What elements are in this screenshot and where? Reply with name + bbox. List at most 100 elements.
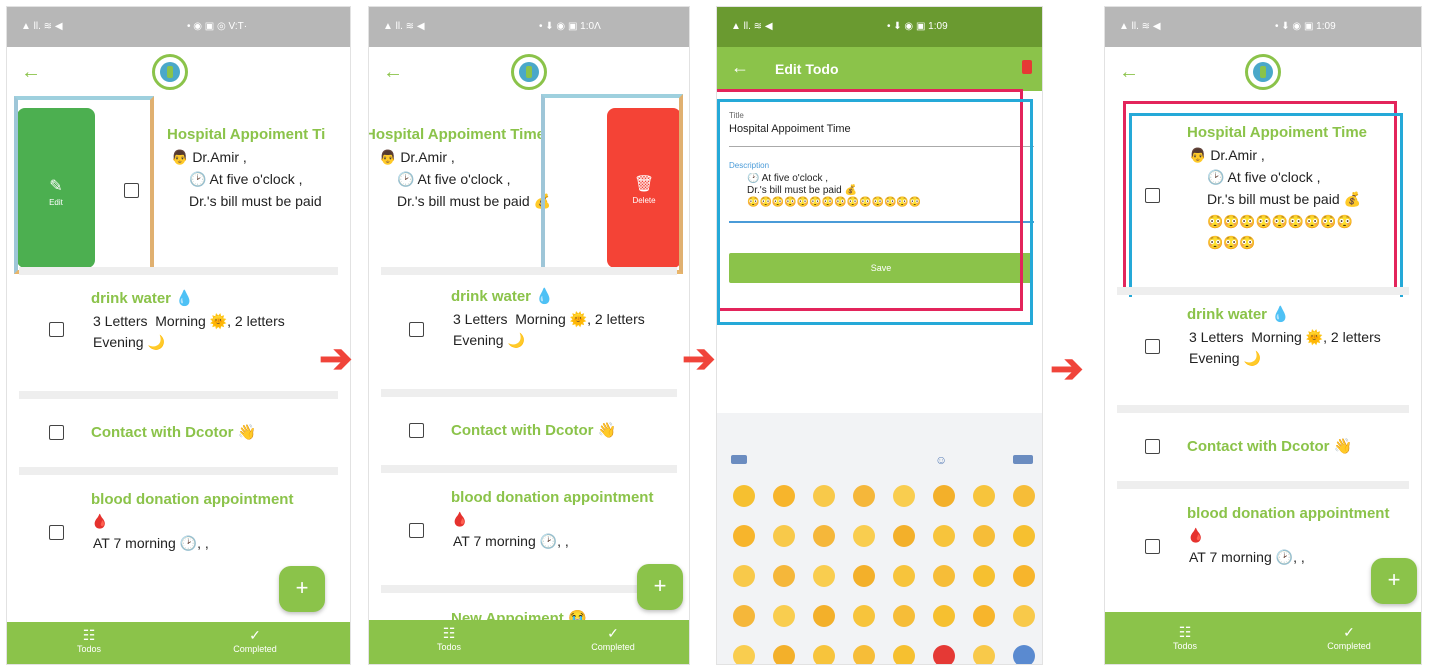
emoji-key[interactable] bbox=[1013, 525, 1035, 547]
emoji-key[interactable] bbox=[773, 605, 795, 627]
emoji-key[interactable] bbox=[733, 605, 755, 627]
emoji-key[interactable] bbox=[773, 645, 795, 664]
emoji-key[interactable] bbox=[853, 525, 875, 547]
emoji-key[interactable] bbox=[733, 645, 755, 664]
updated-highlight-blue bbox=[1129, 113, 1403, 307]
todo-title: drink water 💧 bbox=[451, 288, 554, 305]
emoji-key[interactable] bbox=[853, 645, 875, 664]
emoji-key[interactable] bbox=[893, 525, 915, 547]
bottom-nav: ☷ Todos ✓ Completed bbox=[7, 622, 350, 664]
add-todo-button[interactable]: + bbox=[637, 564, 683, 610]
emoji-key[interactable] bbox=[933, 645, 955, 664]
emoji-key[interactable] bbox=[853, 605, 875, 627]
todo-checkbox[interactable] bbox=[49, 425, 64, 440]
emoji-key[interactable] bbox=[933, 525, 955, 547]
todo-title: blood donation appointment bbox=[451, 489, 654, 506]
emoji-key[interactable] bbox=[1013, 645, 1035, 664]
nav-todos[interactable]: ☷ Todos bbox=[49, 627, 129, 654]
nav-completed[interactable]: ✓ Completed bbox=[215, 627, 295, 654]
app-logo bbox=[511, 54, 547, 90]
emoji-key[interactable] bbox=[853, 485, 875, 507]
todo-desc-line: Dr.'s bill must be paid 💰 bbox=[397, 193, 551, 209]
bottom-nav: ☷ Todos ✓ Completed bbox=[369, 620, 689, 664]
todo-title: Contact with Dcotor 👋 bbox=[451, 422, 617, 439]
emoji-key[interactable] bbox=[813, 525, 835, 547]
todo-title: drink water 💧 bbox=[91, 290, 194, 307]
emoji-key[interactable] bbox=[1013, 485, 1035, 507]
todos-icon: ☷ bbox=[442, 625, 456, 641]
todo-checkbox[interactable] bbox=[1145, 439, 1160, 454]
todo-desc: AT 7 morning 🕑, , bbox=[1189, 549, 1305, 565]
todo-card-contact[interactable]: Contact with Dcotor 👋 bbox=[1105, 415, 1421, 481]
emoji-key[interactable] bbox=[893, 605, 915, 627]
todo-desc-line: Dr.'s bill must be paid bbox=[189, 193, 322, 209]
todo-checkbox[interactable] bbox=[49, 525, 64, 540]
app-logo bbox=[152, 54, 188, 90]
emoji-key[interactable] bbox=[893, 645, 915, 664]
divider bbox=[1117, 481, 1409, 489]
edit-highlight-blue bbox=[717, 99, 1033, 325]
todo-checkbox[interactable] bbox=[49, 322, 64, 337]
nav-todos[interactable]: ☷ Todos bbox=[409, 625, 489, 652]
todo-card-water[interactable]: drink water 💧 3 Letters Morning 🌞, 2 let… bbox=[7, 277, 350, 391]
status-bar: ▲ ll. ≋ ◀ • ⬇ ◉ ▣ 1:09 bbox=[717, 7, 1042, 47]
emoji-key[interactable] bbox=[813, 605, 835, 627]
todos-icon: ☷ bbox=[82, 627, 96, 643]
keyboard-switch-icon[interactable] bbox=[1013, 455, 1033, 464]
todo-checkbox[interactable] bbox=[409, 423, 424, 438]
add-todo-button[interactable]: + bbox=[1371, 558, 1417, 604]
emoji-key[interactable] bbox=[933, 565, 955, 587]
todo-card-contact[interactable]: Contact with Dcotor 👋 bbox=[369, 399, 689, 465]
smiley-category-icon[interactable]: ☺ bbox=[935, 453, 947, 467]
emoji-key[interactable] bbox=[1013, 605, 1035, 627]
trash-icon[interactable] bbox=[1022, 60, 1032, 74]
emoji-key[interactable] bbox=[733, 525, 755, 547]
todo-checkbox[interactable] bbox=[1145, 539, 1160, 554]
edit-app-bar: ← Edit Todo bbox=[717, 47, 1042, 91]
emoji-key[interactable] bbox=[733, 485, 755, 507]
emoji-key[interactable] bbox=[933, 605, 955, 627]
emoji-key[interactable] bbox=[733, 565, 755, 587]
back-arrow-icon[interactable]: ← bbox=[1119, 61, 1139, 84]
todo-checkbox[interactable] bbox=[1145, 339, 1160, 354]
emoji-key[interactable] bbox=[773, 565, 795, 587]
check-icon: ✓ bbox=[1343, 624, 1355, 640]
emoji-key[interactable] bbox=[773, 485, 795, 507]
todo-checkbox[interactable] bbox=[409, 322, 424, 337]
emoji-key[interactable] bbox=[773, 525, 795, 547]
todo-card-water[interactable]: drink water 💧 3 Letters Morning 🌞, 2 let… bbox=[1105, 297, 1421, 405]
emoji-key[interactable] bbox=[1013, 565, 1035, 587]
back-arrow-icon[interactable]: ← bbox=[383, 61, 403, 84]
nav-completed[interactable]: ✓ Completed bbox=[573, 625, 653, 652]
emoji-key[interactable] bbox=[893, 485, 915, 507]
backspace-icon[interactable] bbox=[731, 455, 747, 464]
todo-title: Hospital Appoiment Ti bbox=[167, 126, 326, 143]
todo-card-water[interactable]: drink water 💧 3 Letters Morning 🌞, 2 let… bbox=[369, 277, 689, 391]
emoji-key[interactable] bbox=[973, 645, 995, 664]
nav-todos[interactable]: ☷ Todos bbox=[1145, 624, 1225, 651]
arrow-icon: ➔ bbox=[1050, 347, 1084, 391]
emoji-key[interactable] bbox=[973, 485, 995, 507]
emoji-key[interactable] bbox=[893, 565, 915, 587]
emoji-key[interactable] bbox=[973, 525, 995, 547]
emoji-key[interactable] bbox=[973, 565, 995, 587]
emoji-key[interactable] bbox=[813, 485, 835, 507]
add-todo-button[interactable]: + bbox=[279, 566, 325, 612]
screen-1: ▲ ll. ≋ ◀ • ◉ ▣ ◎ V:T· ← ✎ Edit Hospital … bbox=[6, 6, 351, 665]
nav-completed[interactable]: ✓ Completed bbox=[1309, 624, 1389, 651]
back-arrow-icon[interactable]: ← bbox=[731, 57, 749, 78]
todo-card-contact[interactable]: Contact with Dcotor 👋 bbox=[7, 401, 350, 467]
back-arrow-icon[interactable]: ← bbox=[21, 61, 41, 84]
status-bar: ▲ ll. ≋ ◀ • ⬇ ◉ ▣ 1:09 bbox=[1105, 7, 1421, 47]
keyboard-category-bar: ☺ bbox=[717, 449, 1042, 473]
emoji-key[interactable] bbox=[813, 565, 835, 587]
todo-title: blood donation appointment bbox=[1187, 505, 1390, 522]
emoji-key[interactable] bbox=[813, 645, 835, 664]
app-bar: ← bbox=[7, 47, 350, 102]
check-icon: ✓ bbox=[607, 625, 619, 641]
todo-checkbox[interactable] bbox=[409, 523, 424, 538]
emoji-key[interactable] bbox=[853, 565, 875, 587]
emoji-key[interactable] bbox=[973, 605, 995, 627]
emoji-key[interactable] bbox=[933, 485, 955, 507]
emoji-keyboard: ☺ bbox=[717, 413, 1042, 664]
